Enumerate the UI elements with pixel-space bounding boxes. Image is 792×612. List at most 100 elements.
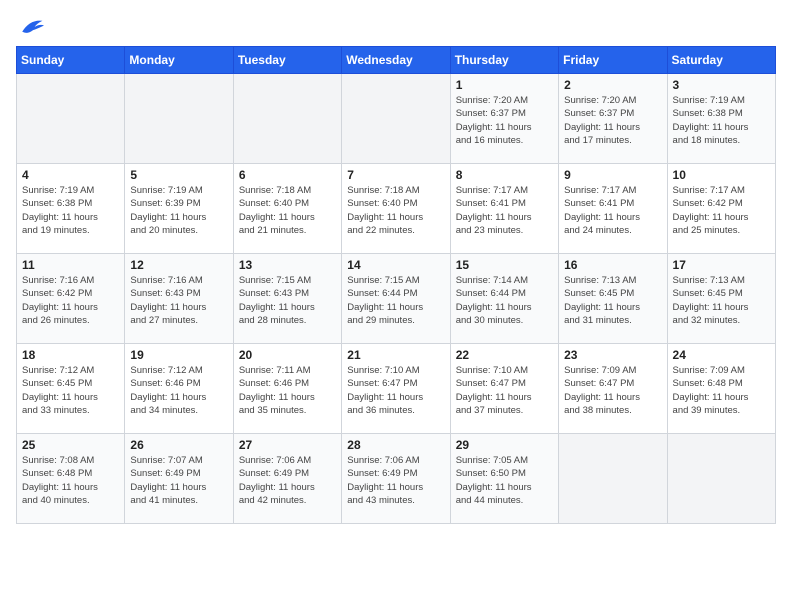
day-number: 11 [22, 258, 119, 272]
day-info: Sunrise: 7:16 AM Sunset: 6:42 PM Dayligh… [22, 274, 119, 327]
day-number: 26 [130, 438, 227, 452]
day-number: 17 [673, 258, 770, 272]
calendar-cell: 2 Sunrise: 7:20 AM Sunset: 6:37 PM Daylig… [559, 74, 667, 164]
day-info: Sunrise: 7:17 AM Sunset: 6:41 PM Dayligh… [564, 184, 661, 237]
day-number: 23 [564, 348, 661, 362]
calendar-cell: 1Sunrise: 7:20 AM Sunset: 6:37 PM Daylig… [450, 74, 558, 164]
day-info: Sunrise: 7:08 AM Sunset: 6:48 PM Dayligh… [22, 454, 119, 507]
calendar-cell: 10 Sunrise: 7:17 AM Sunset: 6:42 PM Dayli… [667, 164, 775, 254]
calendar-cell [342, 74, 450, 164]
day-number: 12 [130, 258, 227, 272]
calendar-cell [667, 434, 775, 524]
header-row: SundayMondayTuesdayWednesdayThursdayFrid… [17, 47, 776, 74]
day-number: 25 [22, 438, 119, 452]
day-number: 19 [130, 348, 227, 362]
calendar-cell: 28 Sunrise: 7:06 AM Sunset: 6:49 PM Dayli… [342, 434, 450, 524]
day-number: 9 [564, 168, 661, 182]
day-number: 21 [347, 348, 444, 362]
day-number: 14 [347, 258, 444, 272]
day-info: Sunrise: 7:05 AM Sunset: 6:50 PM Dayligh… [456, 454, 553, 507]
day-info: Sunrise: 7:06 AM Sunset: 6:49 PM Dayligh… [347, 454, 444, 507]
day-info: Sunrise: 7:13 AM Sunset: 6:45 PM Dayligh… [673, 274, 770, 327]
calendar-cell: 8Sunrise: 7:17 AM Sunset: 6:41 PM Daylig… [450, 164, 558, 254]
calendar-cell: 9 Sunrise: 7:17 AM Sunset: 6:41 PM Daylig… [559, 164, 667, 254]
day-info: Sunrise: 7:11 AM Sunset: 6:46 PM Dayligh… [239, 364, 336, 417]
day-number: 24 [673, 348, 770, 362]
calendar-cell: 23 Sunrise: 7:09 AM Sunset: 6:47 PM Dayli… [559, 344, 667, 434]
day-info: Sunrise: 7:14 AM Sunset: 6:44 PM Dayligh… [456, 274, 553, 327]
day-info: Sunrise: 7:09 AM Sunset: 6:48 PM Dayligh… [673, 364, 770, 417]
calendar-cell: 7 Sunrise: 7:18 AM Sunset: 6:40 PM Daylig… [342, 164, 450, 254]
calendar-cell [559, 434, 667, 524]
day-info: Sunrise: 7:17 AM Sunset: 6:41 PM Dayligh… [456, 184, 553, 237]
calendar-cell: 22 Sunrise: 7:10 AM Sunset: 6:47 PM Dayli… [450, 344, 558, 434]
day-number: 22 [456, 348, 553, 362]
bird-icon [16, 16, 44, 38]
column-header-sunday: Sunday [17, 47, 125, 74]
calendar-table: SundayMondayTuesdayWednesdayThursdayFrid… [16, 46, 776, 524]
day-number: 7 [347, 168, 444, 182]
calendar-cell: 16Sunrise: 7:13 AM Sunset: 6:45 PM Dayli… [559, 254, 667, 344]
day-number: 3 [673, 78, 770, 92]
calendar-cell: 17 Sunrise: 7:13 AM Sunset: 6:45 PM Dayli… [667, 254, 775, 344]
calendar-cell: 11 Sunrise: 7:16 AM Sunset: 6:42 PM Dayli… [17, 254, 125, 344]
day-number: 10 [673, 168, 770, 182]
calendar-cell: 27 Sunrise: 7:06 AM Sunset: 6:49 PM Dayli… [233, 434, 341, 524]
day-number: 2 [564, 78, 661, 92]
calendar-cell: 13 Sunrise: 7:15 AM Sunset: 6:43 PM Dayli… [233, 254, 341, 344]
day-info: Sunrise: 7:15 AM Sunset: 6:44 PM Dayligh… [347, 274, 444, 327]
day-info: Sunrise: 7:18 AM Sunset: 6:40 PM Dayligh… [239, 184, 336, 237]
calendar-cell: 12 Sunrise: 7:16 AM Sunset: 6:43 PM Dayli… [125, 254, 233, 344]
calendar-week-5: 25 Sunrise: 7:08 AM Sunset: 6:48 PM Dayli… [17, 434, 776, 524]
day-info: Sunrise: 7:13 AM Sunset: 6:45 PM Dayligh… [564, 274, 661, 327]
day-number: 28 [347, 438, 444, 452]
logo [16, 16, 48, 38]
day-number: 18 [22, 348, 119, 362]
day-number: 27 [239, 438, 336, 452]
column-header-friday: Friday [559, 47, 667, 74]
column-header-saturday: Saturday [667, 47, 775, 74]
day-info: Sunrise: 7:12 AM Sunset: 6:46 PM Dayligh… [130, 364, 227, 417]
calendar-cell: 26 Sunrise: 7:07 AM Sunset: 6:49 PM Dayli… [125, 434, 233, 524]
day-number: 5 [130, 168, 227, 182]
calendar-week-3: 11 Sunrise: 7:16 AM Sunset: 6:42 PM Dayli… [17, 254, 776, 344]
day-info: Sunrise: 7:20 AM Sunset: 6:37 PM Dayligh… [564, 94, 661, 147]
day-info: Sunrise: 7:19 AM Sunset: 6:39 PM Dayligh… [130, 184, 227, 237]
day-number: 15 [456, 258, 553, 272]
column-header-monday: Monday [125, 47, 233, 74]
calendar-cell [125, 74, 233, 164]
day-info: Sunrise: 7:10 AM Sunset: 6:47 PM Dayligh… [456, 364, 553, 417]
column-header-wednesday: Wednesday [342, 47, 450, 74]
calendar-cell: 21 Sunrise: 7:10 AM Sunset: 6:47 PM Dayli… [342, 344, 450, 434]
column-header-thursday: Thursday [450, 47, 558, 74]
day-info: Sunrise: 7:09 AM Sunset: 6:47 PM Dayligh… [564, 364, 661, 417]
calendar-cell [233, 74, 341, 164]
day-number: 29 [456, 438, 553, 452]
calendar-cell: 14 Sunrise: 7:15 AM Sunset: 6:44 PM Dayli… [342, 254, 450, 344]
day-info: Sunrise: 7:12 AM Sunset: 6:45 PM Dayligh… [22, 364, 119, 417]
calendar-cell: 24 Sunrise: 7:09 AM Sunset: 6:48 PM Dayli… [667, 344, 775, 434]
day-number: 13 [239, 258, 336, 272]
day-info: Sunrise: 7:07 AM Sunset: 6:49 PM Dayligh… [130, 454, 227, 507]
day-info: Sunrise: 7:19 AM Sunset: 6:38 PM Dayligh… [673, 94, 770, 147]
calendar-week-4: 18 Sunrise: 7:12 AM Sunset: 6:45 PM Dayli… [17, 344, 776, 434]
calendar-cell: 5 Sunrise: 7:19 AM Sunset: 6:39 PM Daylig… [125, 164, 233, 254]
calendar-cell: 29 Sunrise: 7:05 AM Sunset: 6:50 PM Dayli… [450, 434, 558, 524]
day-info: Sunrise: 7:06 AM Sunset: 6:49 PM Dayligh… [239, 454, 336, 507]
calendar-cell: 3 Sunrise: 7:19 AM Sunset: 6:38 PM Daylig… [667, 74, 775, 164]
day-number: 1 [456, 78, 553, 92]
calendar-cell: 18 Sunrise: 7:12 AM Sunset: 6:45 PM Dayli… [17, 344, 125, 434]
calendar-cell: 25 Sunrise: 7:08 AM Sunset: 6:48 PM Dayli… [17, 434, 125, 524]
day-info: Sunrise: 7:17 AM Sunset: 6:42 PM Dayligh… [673, 184, 770, 237]
day-info: Sunrise: 7:16 AM Sunset: 6:43 PM Dayligh… [130, 274, 227, 327]
calendar-week-1: 1 Sunrise: 7:20 AM Sunset: 6:37 PM Daylig… [17, 74, 776, 164]
day-info: Sunrise: 7:18 AM Sunset: 6:40 PM Dayligh… [347, 184, 444, 237]
day-info: Sunrise: 7:15 AM Sunset: 6:43 PM Dayligh… [239, 274, 336, 327]
calendar-cell: 4Sunrise: 7:19 AM Sunset: 6:38 PM Daylig… [17, 164, 125, 254]
calendar-cell: 20 Sunrise: 7:11 AM Sunset: 6:46 PM Dayli… [233, 344, 341, 434]
day-info: Sunrise: 7:10 AM Sunset: 6:47 PM Dayligh… [347, 364, 444, 417]
header [16, 16, 776, 38]
calendar-cell: 19 Sunrise: 7:12 AM Sunset: 6:46 PM Dayli… [125, 344, 233, 434]
day-number: 20 [239, 348, 336, 362]
day-info: Sunrise: 7:19 AM Sunset: 6:38 PM Dayligh… [22, 184, 119, 237]
